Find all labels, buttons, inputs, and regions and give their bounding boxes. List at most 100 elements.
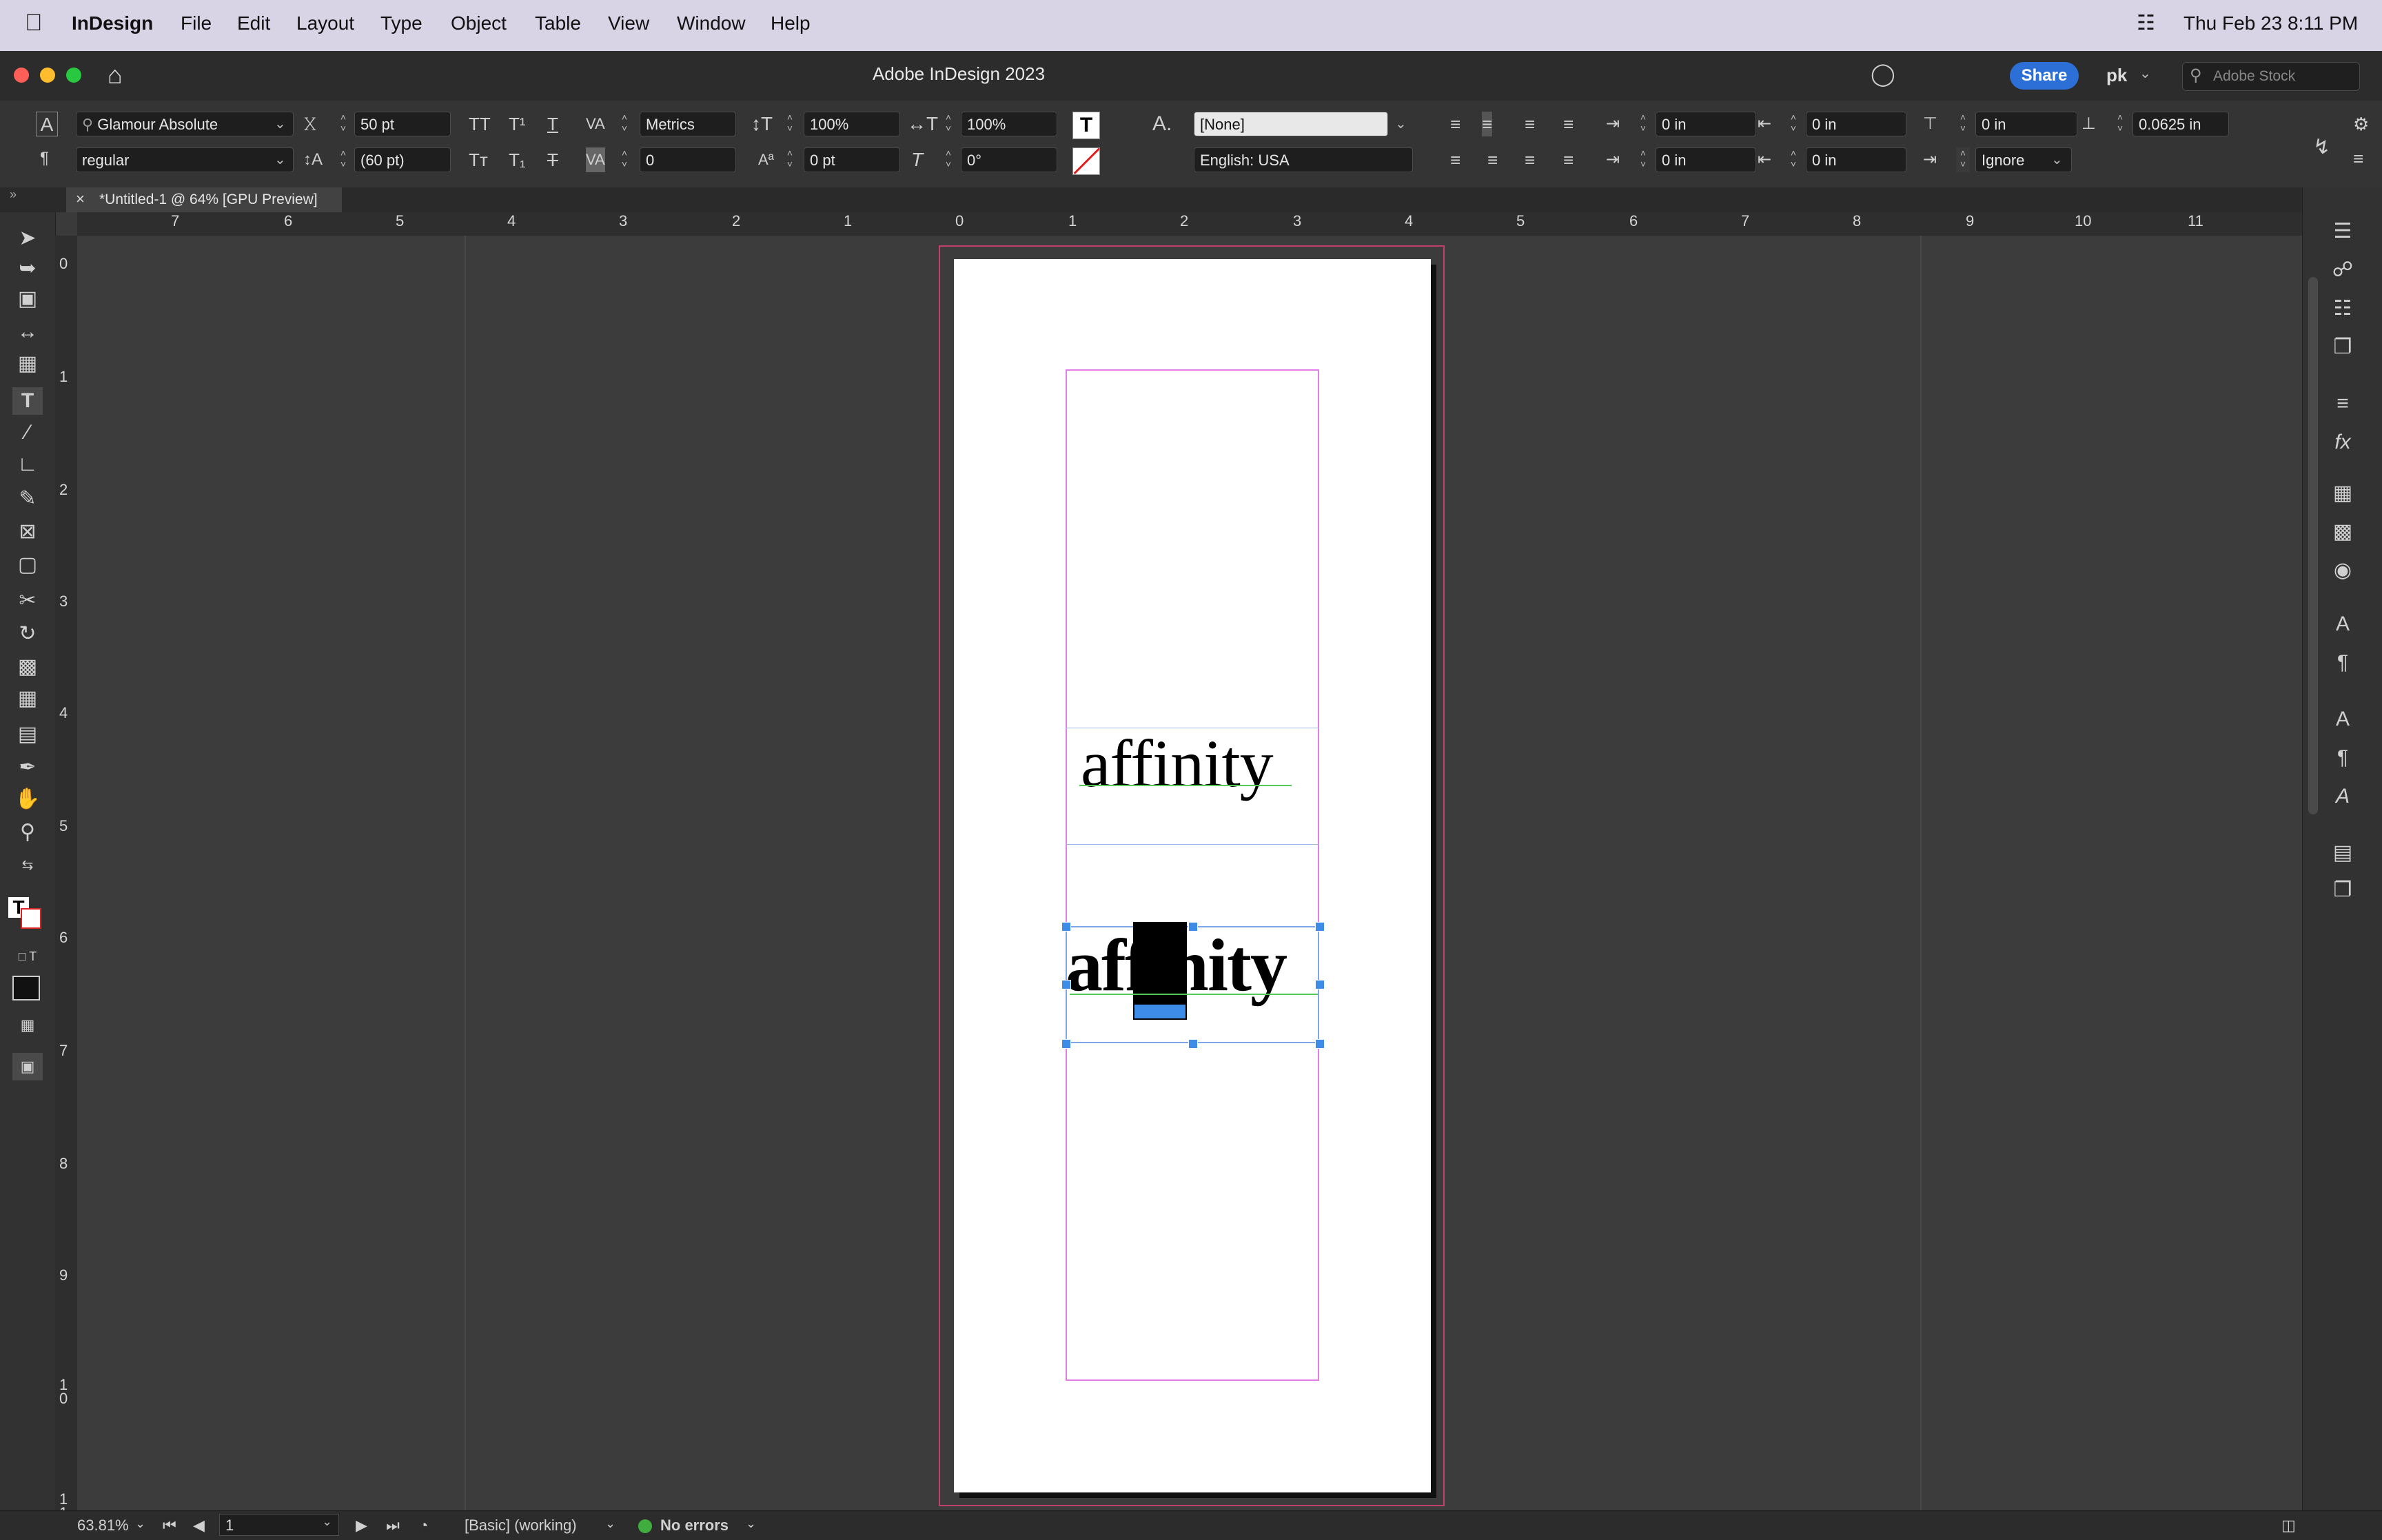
first-line-indent-field[interactable]: 0 in xyxy=(1656,147,1756,172)
share-button[interactable]: Share xyxy=(2010,62,2079,90)
gap-tool-icon[interactable]: ↔ xyxy=(12,318,43,346)
menu-layout[interactable]: Layout xyxy=(296,12,354,34)
previous-page-icon[interactable]: ◀ xyxy=(193,1517,205,1534)
split-window-icon[interactable]: ◫ xyxy=(2281,1517,2296,1534)
chevron-down-icon[interactable]: ⌄ xyxy=(322,1515,332,1529)
pencil-tool-icon[interactable]: ✎ xyxy=(12,485,43,513)
stepper-icon[interactable]: ˄ ˅ xyxy=(1787,147,1800,172)
menubar-clock[interactable]: Thu Feb 23 8:11 PM xyxy=(2184,12,2358,34)
control-center-icon[interactable]: ☷ xyxy=(2137,11,2155,35)
stepper-icon[interactable]: ˄ ˅ xyxy=(336,147,350,172)
character-style-field[interactable]: [None] xyxy=(1194,112,1388,136)
left-indent-field[interactable]: 0 in xyxy=(1656,112,1756,136)
hand-tool-icon[interactable]: ✋ xyxy=(12,786,43,813)
align-center-icon[interactable]: ≡ xyxy=(1482,112,1493,136)
justify-right-icon[interactable]: ≡ xyxy=(1525,147,1535,172)
gear-icon[interactable]: ⚙ xyxy=(2353,112,2369,136)
menu-view[interactable]: View xyxy=(608,12,649,34)
strikethrough-icon[interactable]: T xyxy=(547,147,558,172)
chevron-down-icon[interactable]: ⌄ xyxy=(274,112,286,136)
screen-mode-icon[interactable]: ▦ xyxy=(12,1012,43,1039)
links-icon[interactable]: ☍ xyxy=(2328,256,2358,284)
menu-edit[interactable]: Edit xyxy=(237,12,270,34)
underline-icon[interactable]: T xyxy=(547,112,558,136)
document-tab[interactable]: × *Untitled-1 @ 64% [GPU Preview] xyxy=(66,187,342,212)
menu-file[interactable]: File xyxy=(181,12,212,34)
vertical-scrollbar[interactable] xyxy=(2308,277,2318,814)
user-menu[interactable]: pk xyxy=(2106,65,2127,86)
text-fill-swatch[interactable]: T xyxy=(1072,112,1100,139)
zoom-level[interactable]: 63.81% xyxy=(77,1517,129,1534)
glyphs-icon[interactable]: A xyxy=(2328,783,2358,810)
stepper-icon[interactable]: ˄ ˅ xyxy=(783,147,797,172)
pen-tool-icon[interactable]: ∟ xyxy=(12,451,43,478)
lightbulb-icon[interactable]: ◯ xyxy=(1871,61,1895,87)
stepper-icon[interactable]: ˄ ˅ xyxy=(941,112,955,136)
color-icon[interactable]: ◉ xyxy=(2328,557,2358,584)
direct-selection-tool-icon[interactable]: ➥ xyxy=(12,255,43,283)
line-tool-icon[interactable]: ∕ xyxy=(12,419,43,446)
cc-libraries-icon[interactable]: ☷ xyxy=(2328,295,2358,322)
paragraph-icon[interactable]: ¶ xyxy=(2328,744,2358,772)
stepper-icon[interactable]: ˄ ˅ xyxy=(941,147,955,172)
menu-object[interactable]: Object xyxy=(451,12,507,34)
menu-table[interactable]: Table xyxy=(535,12,581,34)
close-tab-icon[interactable]: × xyxy=(76,190,85,208)
vertical-ruler[interactable]: 0 1 2 3 4 5 6 7 8 9 1 0 1 1 xyxy=(55,236,78,1521)
vertical-scale-field[interactable]: 100% xyxy=(804,112,900,136)
stepper-icon[interactable]: ˄ ˅ xyxy=(1636,112,1650,136)
rectangle-tool-icon[interactable]: ▢ xyxy=(12,551,43,579)
drop-cap-field[interactable]: 0.0625 in xyxy=(2132,112,2229,136)
menu-type[interactable]: Type xyxy=(380,12,423,34)
tracking-field[interactable]: 0 xyxy=(640,147,736,172)
character-icon[interactable]: A xyxy=(2328,706,2358,733)
stepper-icon[interactable]: ˄ ˅ xyxy=(1636,147,1650,172)
eyedropper-tool-icon[interactable]: ✒ xyxy=(12,754,43,781)
stepper-icon[interactable]: ˄ ˅ xyxy=(1787,112,1800,136)
selection-handle[interactable] xyxy=(1315,980,1325,989)
page-number-field[interactable]: 1 ⌄ xyxy=(219,1514,339,1536)
font-size-field[interactable]: 50 pt xyxy=(354,112,451,136)
align-icon[interactable]: ▤ xyxy=(2328,839,2358,867)
scissors-tool-icon[interactable]: ✂ xyxy=(12,587,43,615)
apple-menu-icon[interactable]:  xyxy=(25,10,43,37)
menu-app-name[interactable]: InDesign xyxy=(72,12,153,34)
page-tool-icon[interactable]: ▣ xyxy=(12,285,43,313)
selection-handle[interactable] xyxy=(1315,1039,1325,1049)
selection-handle[interactable] xyxy=(1315,922,1325,932)
preflight-icon[interactable]: ◔ xyxy=(419,1517,428,1534)
justify-center-icon[interactable]: ≡ xyxy=(1487,147,1498,172)
kerning-field[interactable]: Metrics xyxy=(640,112,736,136)
stepper-icon[interactable]: ˄ ˅ xyxy=(783,112,797,136)
justify-all-icon[interactable]: ≡ xyxy=(1563,147,1574,172)
all-caps-icon[interactable]: TT xyxy=(469,112,491,136)
chevron-down-icon[interactable]: ⌄ xyxy=(135,1517,145,1531)
chevron-down-icon[interactable]: ⌄ xyxy=(746,1517,756,1531)
chevron-down-icon[interactable]: ⌄ xyxy=(2139,65,2151,82)
baseline-shift-field[interactable]: 0 pt xyxy=(804,147,900,172)
justify-left-icon[interactable]: ≡ xyxy=(1450,147,1460,172)
panel-menu-icon[interactable]: ≡ xyxy=(2353,146,2363,171)
stroke-swatch[interactable] xyxy=(21,908,41,929)
paragraph-styles-icon[interactable]: ¶ xyxy=(2328,649,2358,677)
font-style-field[interactable]: regular xyxy=(76,147,294,172)
adobe-stock-search[interactable]: ⚲ Adobe Stock xyxy=(2182,62,2360,91)
effects-icon[interactable]: fx xyxy=(2328,429,2358,456)
swap-fill-stroke-icon[interactable]: ⇆ xyxy=(12,852,43,879)
type-tool-icon[interactable]: T xyxy=(12,387,43,415)
align-right-icon[interactable]: ≡ xyxy=(1525,112,1535,136)
last-line-indent-field[interactable]: 0 in xyxy=(1806,147,1906,172)
gradient-feather-tool-icon[interactable]: ▦ xyxy=(12,685,43,712)
paragraph-mode-icon[interactable]: ¶ xyxy=(40,146,49,171)
character-styles-icon[interactable]: A xyxy=(2328,610,2358,638)
stepper-icon[interactable]: ˄ ˅ xyxy=(618,112,631,136)
first-page-icon[interactable]: ⏮ xyxy=(163,1517,176,1534)
menu-window[interactable]: Window xyxy=(677,12,746,34)
free-transform-tool-icon[interactable]: ↻ xyxy=(12,620,43,648)
error-status[interactable]: No errors xyxy=(660,1517,729,1534)
align-towards-spine-icon[interactable]: ≡ xyxy=(1563,112,1574,136)
subscript-icon[interactable]: T₁ xyxy=(509,147,526,172)
character-mode-icon[interactable]: A xyxy=(36,112,58,136)
selection-handle[interactable] xyxy=(1188,1039,1198,1049)
text-frame-selected[interactable]: affinity xyxy=(1066,922,1319,1043)
